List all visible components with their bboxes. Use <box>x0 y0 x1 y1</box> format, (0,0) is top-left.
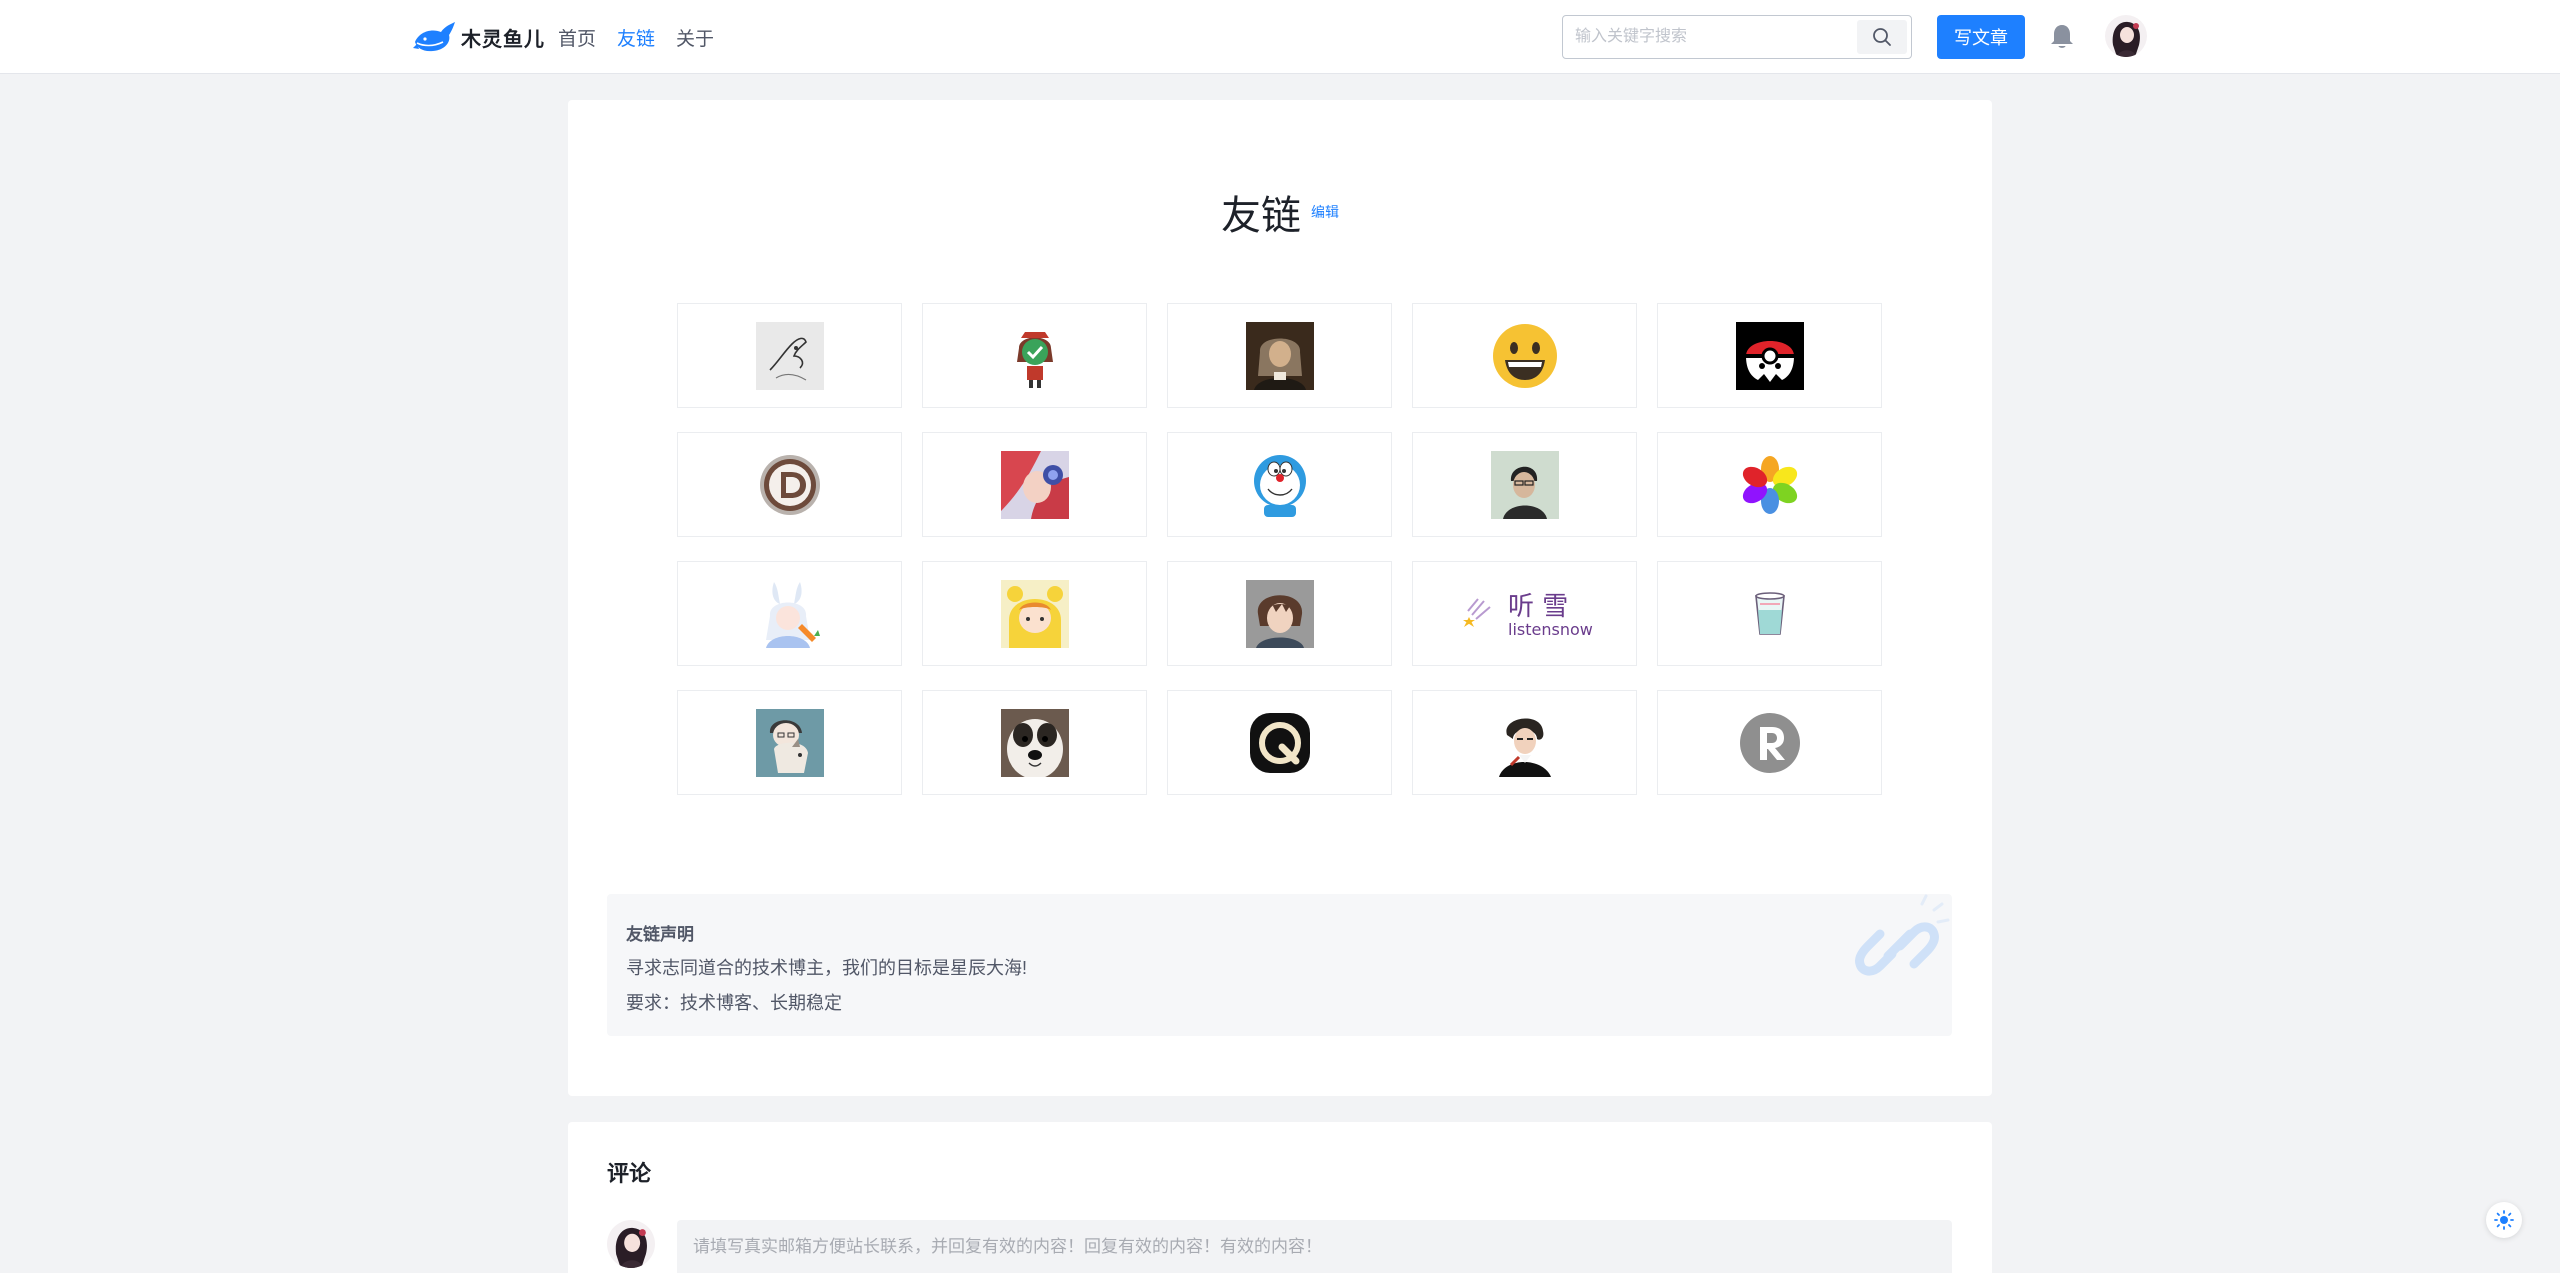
site-logo-text: 木灵鱼儿 <box>461 28 545 51</box>
top-header: 木灵鱼儿 首页 友链 关于 写文章 <box>0 0 2560 74</box>
friend-link-item[interactable] <box>1412 690 1637 795</box>
friend-link-item[interactable] <box>922 690 1147 795</box>
water-cup-avatar-icon <box>1735 579 1804 648</box>
svg-text:听 雪: 听 雪 <box>1508 592 1568 622</box>
friend-link-item[interactable] <box>1167 303 1392 408</box>
write-article-button[interactable]: 写文章 <box>1937 15 2025 59</box>
yellow-hood-avatar-icon <box>1000 579 1069 648</box>
cat-hug-avatar-icon <box>755 708 824 777</box>
curly-hair-man-avatar-icon <box>1490 708 1559 777</box>
user-avatar-icon <box>2105 15 2147 57</box>
statement-title: 友链声明 <box>626 925 694 944</box>
theme-toggle-button[interactable] <box>2486 1202 2522 1238</box>
friend-link-item[interactable] <box>1412 303 1637 408</box>
nav-item-friend-links[interactable]: 友链 <box>617 24 655 51</box>
friend-link-item[interactable] <box>1167 690 1392 795</box>
sun-icon <box>2494 1210 2514 1230</box>
friend-link-item[interactable] <box>1657 690 1882 795</box>
q-letter-logo-avatar-icon <box>1249 712 1310 773</box>
search-input[interactable] <box>1563 16 1859 58</box>
sketch-avatar-icon <box>755 321 824 390</box>
friend-link-item[interactable] <box>1657 303 1882 408</box>
svg-text:listensnow: listensnow <box>1508 620 1593 639</box>
friend-link-item[interactable] <box>677 690 902 795</box>
statement-requirements: 要求：技术博客、长期稳定 <box>626 993 842 1013</box>
friend-link-item[interactable] <box>677 561 902 666</box>
site-logo[interactable]: 木灵鱼儿 <box>411 18 545 56</box>
friend-link-item[interactable] <box>1657 561 1882 666</box>
grinning-emoji-avatar-icon <box>1492 323 1557 388</box>
color-pinwheel-avatar-icon <box>1742 455 1797 514</box>
friend-link-statement: 友链声明 寻求志同道合的技术博主，我们的目标是星辰大海! 要求：技术博客、长期稳… <box>607 894 1952 1036</box>
friend-links-grid: 听 雪 listensnow <box>677 303 1882 795</box>
listensnow-logo-icon: 听 雪 listensnow <box>1462 592 1593 639</box>
search-box <box>1562 15 1912 59</box>
pokeball-ghost-avatar-icon <box>1735 321 1804 390</box>
user-avatar[interactable] <box>2105 15 2147 57</box>
page-title-wrap: 友链 编辑 <box>568 190 1992 242</box>
link-chain-icon <box>1855 894 1950 976</box>
comments-title: 评论 <box>607 1161 652 1186</box>
nav-item-about[interactable]: 关于 <box>676 24 714 51</box>
nav-item-home[interactable]: 首页 <box>558 24 596 51</box>
search-icon <box>1873 28 1891 46</box>
friend-link-item[interactable] <box>922 561 1147 666</box>
friend-link-item[interactable] <box>1167 432 1392 537</box>
statement-text: 寻求志同道合的技术博主，我们的目标是星辰大海! <box>626 958 1027 978</box>
friend-link-item[interactable] <box>677 303 902 408</box>
whale-logo-icon <box>413 22 455 52</box>
portrait-painting-avatar-icon <box>1245 321 1314 390</box>
r-letter-logo-avatar-icon <box>1739 712 1800 773</box>
friend-links-card: 友链 编辑 听 雪 listensnow 友链声明 寻求志同道合的技术博主，我们… <box>568 100 1992 1096</box>
page-title: 友链 <box>1221 194 1301 238</box>
friend-link-item[interactable] <box>677 432 902 537</box>
comments-section: 评论 <box>568 1122 1992 1273</box>
commenter-avatar <box>607 1220 655 1268</box>
friend-link-item[interactable] <box>1167 561 1392 666</box>
main-nav: 首页 友链 关于 <box>558 0 735 74</box>
friend-link-item[interactable] <box>1412 432 1637 537</box>
d-letter-logo-avatar-icon <box>759 454 820 515</box>
friend-link-item[interactable]: 听 雪 listensnow <box>1412 561 1637 666</box>
comment-input[interactable] <box>677 1220 1952 1273</box>
doraemon-avatar-icon <box>1253 454 1306 517</box>
friend-link-item[interactable] <box>922 432 1147 537</box>
commenter-avatar-icon <box>607 1220 655 1268</box>
bell-icon[interactable] <box>2049 23 2075 51</box>
search-button[interactable] <box>1857 20 1907 54</box>
green-face-girl-avatar-icon <box>1000 321 1069 390</box>
man-photo-avatar-icon <box>1490 450 1559 519</box>
friend-link-item[interactable] <box>922 303 1147 408</box>
anime-boy-avatar-icon <box>1245 579 1314 648</box>
bunny-girl-avatar-icon <box>755 579 824 648</box>
dog-photo-avatar-icon <box>1000 708 1069 777</box>
friend-link-item[interactable] <box>1657 432 1882 537</box>
edit-link[interactable]: 编辑 <box>1311 202 1339 222</box>
anime-red-hair-avatar-icon <box>1000 450 1069 519</box>
